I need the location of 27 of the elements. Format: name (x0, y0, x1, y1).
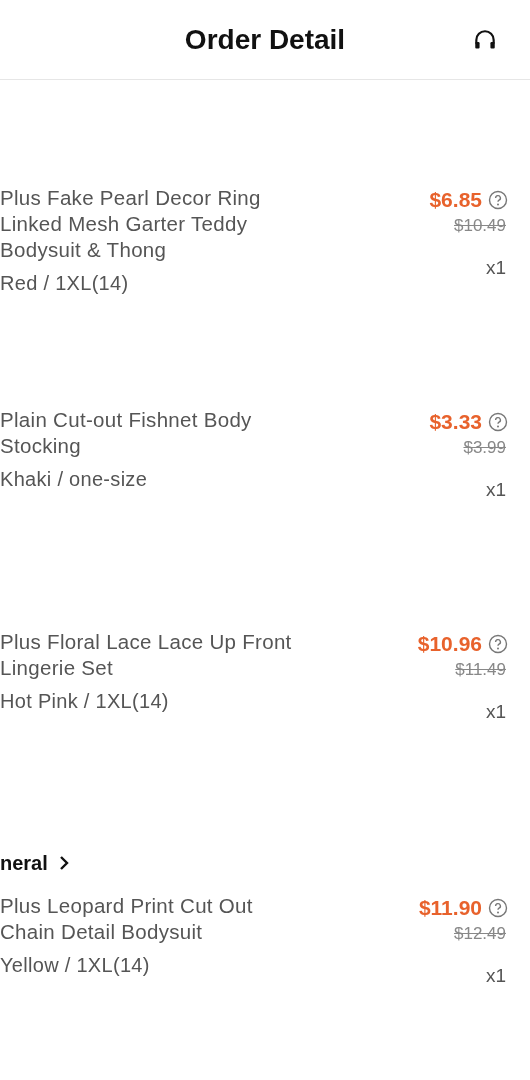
product-variant: Khaki / one-size (0, 467, 149, 492)
help-icon[interactable] (488, 412, 508, 432)
product-name[interactable]: Plus Floral Lace Lace Up Front Lingerie Set (0, 629, 300, 681)
product-name[interactable]: Plain Cut-out Fishnet Body Stocking (0, 407, 300, 459)
original-price: $10.49 (454, 215, 506, 237)
quantity: x1 (485, 701, 506, 723)
product-variant: Hot Pink / 1XL(14) (0, 689, 170, 714)
help-icon[interactable] (488, 634, 508, 654)
store-link[interactable]: neral (0, 845, 70, 881)
page-title: Order Detail (184, 23, 346, 56)
sale-price: $3.33 (429, 409, 482, 435)
original-price: $11.49 (455, 659, 506, 681)
chevron-right-icon (57, 855, 70, 871)
sale-price: $10.96 (417, 631, 482, 657)
product-name[interactable]: Plus Leopard Print Cut Out Chain Detail Bodysuit (0, 893, 300, 945)
product-variant: Red / 1XL(14) (0, 271, 130, 296)
product-variant: Yellow / 1XL(14) (0, 953, 151, 978)
original-price: $3.99 (463, 437, 506, 459)
help-icon[interactable] (488, 898, 508, 918)
quantity: x1 (485, 257, 506, 279)
product-name[interactable]: Plus Fake Pearl Decor Ring Linked Mesh Garter Teddy Bodysuit & Thong (0, 185, 300, 263)
sale-price: $6.85 (429, 187, 482, 213)
sale-price: $11.90 (418, 895, 482, 921)
original-price: $12.49 (454, 923, 506, 945)
quantity: x1 (485, 965, 506, 987)
quantity: x1 (485, 479, 506, 501)
help-icon[interactable] (488, 190, 508, 210)
